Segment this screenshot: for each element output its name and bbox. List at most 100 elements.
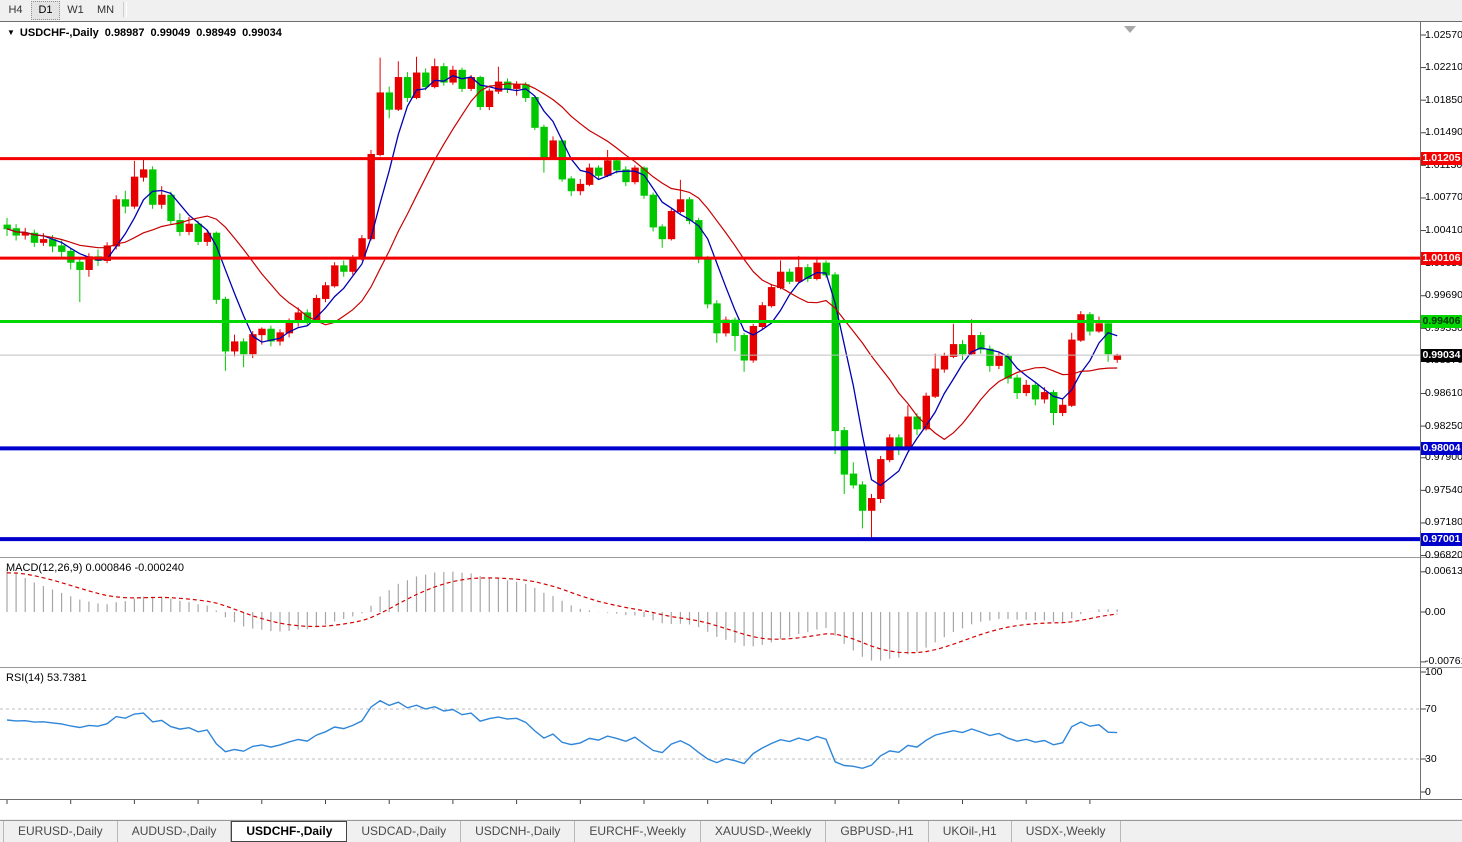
candle[interactable]	[514, 85, 520, 89]
candle[interactable]	[323, 286, 329, 299]
candle[interactable]	[550, 141, 556, 157]
candle[interactable]	[568, 179, 574, 191]
candle[interactable]	[741, 336, 747, 360]
candle[interactable]	[1114, 355, 1120, 359]
chart-tab-usdchfdaily[interactable]: USDCHF-,Daily	[231, 821, 347, 842]
candle[interactable]	[541, 127, 547, 157]
terminal-window: H4D1W1MN 18 Feb 201927 Feb 20198 Mar 201…	[0, 0, 1462, 842]
candle[interactable]	[577, 184, 583, 190]
candle[interactable]	[850, 474, 856, 485]
chart-title-row: ▼USDCHF-,Daily0.989870.990490.989490.990…	[7, 27, 282, 39]
candle[interactable]	[714, 304, 720, 333]
candle[interactable]	[532, 97, 538, 127]
candle[interactable]	[40, 240, 46, 243]
chart-tab-gbpusdh1[interactable]: GBPUSD-,H1	[826, 821, 928, 842]
candle[interactable]	[659, 227, 665, 239]
candle[interactable]	[113, 200, 119, 246]
chart-dropdown-icon[interactable]: ▼	[7, 28, 15, 37]
chart-shift-marker-icon[interactable]	[1124, 26, 1136, 33]
moving-averages	[7, 76, 1117, 486]
candle[interactable]	[432, 67, 438, 87]
price-tick-0.98250: 0.98250	[1425, 421, 1461, 432]
candle[interactable]	[341, 266, 347, 271]
candle[interactable]	[905, 417, 911, 449]
chart-tab-xauusdweekly[interactable]: XAUUSD-,Weekly	[701, 821, 826, 842]
price-badge-0.97001: 0.97001	[1421, 533, 1462, 546]
chart-tab-usdcaddaily[interactable]: USDCAD-,Daily	[347, 821, 461, 842]
chart-canvas[interactable]	[0, 0, 1462, 842]
candle[interactable]	[978, 336, 984, 350]
candle[interactable]	[186, 224, 192, 231]
candle[interactable]	[987, 349, 993, 365]
candle[interactable]	[1069, 340, 1075, 405]
candle[interactable]	[859, 485, 865, 510]
candle[interactable]	[787, 272, 793, 281]
candle[interactable]	[150, 170, 156, 204]
candle[interactable]	[477, 78, 483, 107]
candle[interactable]	[632, 168, 638, 182]
candle[interactable]	[259, 329, 265, 334]
candle[interactable]	[1096, 324, 1102, 331]
candle[interactable]	[495, 82, 501, 91]
candle[interactable]	[404, 78, 410, 98]
chart-tab-audusddaily[interactable]: AUDUSD-,Daily	[118, 821, 232, 842]
candle[interactable]	[668, 212, 674, 239]
candle[interactable]	[241, 342, 247, 354]
candle[interactable]	[650, 195, 656, 227]
candle[interactable]	[222, 299, 228, 351]
candle[interactable]	[350, 259, 356, 272]
chart-tab-ukoilh1[interactable]: UKOil-,H1	[929, 821, 1012, 842]
chart-tab-usdxweekly[interactable]: USDX-,Weekly	[1012, 821, 1121, 842]
candle[interactable]	[131, 177, 137, 206]
rsi-label: RSI(14)	[6, 672, 44, 684]
candle[interactable]	[505, 82, 511, 88]
candle[interactable]	[423, 73, 429, 87]
candle[interactable]	[878, 460, 884, 499]
candle[interactable]	[932, 369, 938, 396]
candle[interactable]	[77, 262, 83, 269]
candle[interactable]	[768, 288, 774, 306]
candle[interactable]	[841, 431, 847, 474]
candle[interactable]	[1060, 405, 1066, 412]
candle[interactable]	[1023, 385, 1029, 392]
candle[interactable]	[1078, 315, 1084, 340]
candle[interactable]	[941, 356, 947, 369]
candle[interactable]	[377, 93, 383, 155]
candle[interactable]	[605, 161, 611, 175]
candle[interactable]	[869, 499, 875, 511]
candle[interactable]	[687, 200, 693, 221]
candle[interactable]	[641, 168, 647, 195]
candle[interactable]	[923, 396, 929, 429]
chart-tab-eurusddaily[interactable]: EURUSD-,Daily	[3, 821, 118, 842]
candle[interactable]	[159, 195, 165, 204]
candle[interactable]	[195, 224, 201, 241]
candle[interactable]	[705, 259, 711, 304]
candle[interactable]	[141, 170, 147, 177]
candle[interactable]	[759, 306, 765, 327]
candle[interactable]	[960, 345, 966, 354]
candle[interactable]	[332, 266, 338, 286]
candle[interactable]	[1105, 324, 1111, 354]
candle[interactable]	[59, 246, 65, 251]
candle[interactable]	[1041, 393, 1047, 399]
candle[interactable]	[614, 161, 620, 170]
candle[interactable]	[778, 272, 784, 287]
candle[interactable]	[232, 342, 238, 351]
candle[interactable]	[586, 168, 592, 184]
ohlc-low: 0.98949	[196, 27, 236, 39]
candle[interactable]	[1032, 385, 1038, 399]
chart-tab-usdcnhdaily[interactable]: USDCNH-,Daily	[461, 821, 575, 842]
candle[interactable]	[122, 200, 128, 206]
chart-tab-eurchfweekly[interactable]: EURCHF-,Weekly	[575, 821, 700, 842]
candle[interactable]	[814, 263, 820, 278]
candle[interactable]	[677, 200, 683, 212]
candle[interactable]	[395, 78, 401, 110]
candle[interactable]	[486, 91, 492, 106]
candle[interactable]	[168, 195, 174, 220]
candle[interactable]	[796, 268, 802, 282]
candle[interactable]	[996, 356, 1002, 365]
candle[interactable]	[386, 93, 392, 109]
candle[interactable]	[596, 168, 602, 175]
rsi-layer	[0, 701, 1420, 769]
candle[interactable]	[1014, 378, 1020, 392]
